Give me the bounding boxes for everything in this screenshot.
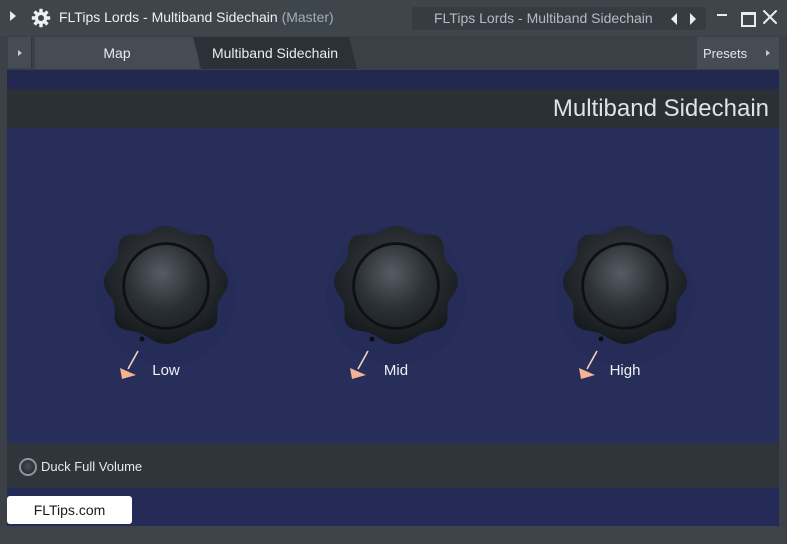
chevron-right-icon[interactable] <box>690 13 696 25</box>
window-bottom-edge <box>0 526 787 544</box>
plugin-nav-title: FLTips Lords - Multiband Sidechain <box>434 10 653 26</box>
presets-label: Presets <box>703 46 748 61</box>
window-title: FLTips Lords - Multiband Sidechain (Mast… <box>59 9 334 25</box>
close-icon[interactable] <box>762 9 778 25</box>
window-title-main: FLTips Lords - Multiband Sidechain <box>59 9 278 25</box>
presets-button[interactable]: Presets <box>697 37 779 69</box>
plugin-footer: Duck Full Volume <box>7 443 779 488</box>
plugin-panel: Multiband Sidechain Low Mid High Duck Fu… <box>7 70 779 526</box>
plugin-nav-box[interactable]: FLTips Lords - Multiband Sidechain <box>412 7 706 30</box>
tab-map[interactable]: Map <box>35 37 199 69</box>
side-toggle-button[interactable] <box>8 37 32 68</box>
minimize-icon[interactable] <box>715 9 731 25</box>
knob-high-label: High <box>609 362 641 379</box>
tab-multiband-sidechain[interactable]: Multiband Sidechain <box>193 37 357 69</box>
watermark-label: FLTips.com <box>7 496 132 524</box>
chevron-left-icon[interactable] <box>671 13 677 25</box>
knob-low[interactable]: Low <box>96 220 236 410</box>
title-bar: FLTips Lords - Multiband Sidechain (Mast… <box>0 0 787 36</box>
knob-low-label: Low <box>152 362 180 379</box>
plugin-header: Multiband Sidechain <box>7 89 779 128</box>
plugin-title: Multiband Sidechain <box>552 95 769 122</box>
expand-arrow-icon[interactable] <box>10 11 16 21</box>
maximize-icon[interactable] <box>739 9 756 27</box>
tab-bar: Map Multiband Sidechain Presets <box>7 36 780 70</box>
duck-full-volume-label: Duck Full Volume <box>41 459 143 474</box>
duck-full-volume-toggle[interactable] <box>19 458 37 476</box>
knob-mid[interactable]: Mid <box>326 220 466 410</box>
gear-icon[interactable] <box>31 8 51 28</box>
knob-high[interactable]: High <box>555 220 695 410</box>
knob-mid-label: Mid <box>383 362 409 379</box>
window-title-suffix: (Master) <box>281 9 334 25</box>
plugin-top-strip <box>7 70 779 89</box>
